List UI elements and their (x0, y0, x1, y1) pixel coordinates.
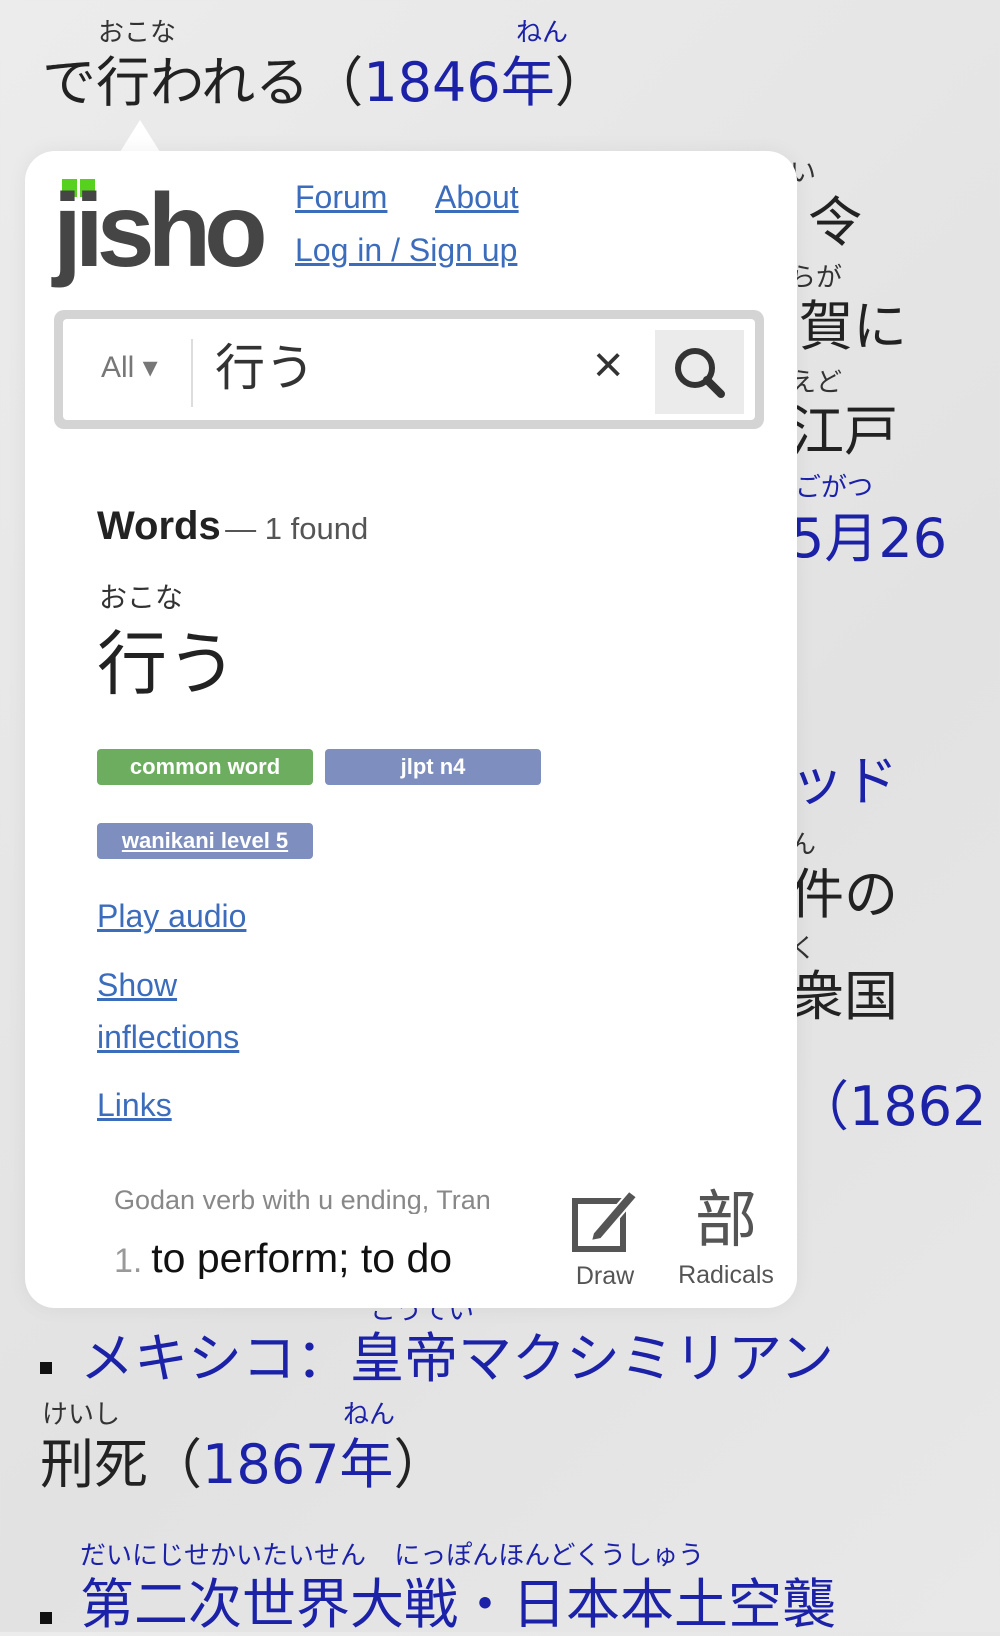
article-text[interactable]: 5月26 (790, 512, 947, 566)
jisho-popup: jisho Forum About Log in / Sign up All ▾… (25, 151, 797, 1308)
text: で行われる（ (42, 51, 364, 114)
search-filter-select[interactable]: All ▾ (101, 353, 158, 383)
ruby-text: ごがつ (795, 473, 874, 503)
search-button[interactable] (655, 330, 744, 414)
about-link[interactable]: About (435, 181, 519, 213)
article-line-1: で行われる（1846年） (42, 56, 609, 110)
ruby-text: らが (790, 263, 843, 293)
bullet (40, 1362, 52, 1374)
clear-icon[interactable]: × (593, 339, 623, 391)
sense-number: 1. (114, 1242, 143, 1279)
show-inflections-link-2[interactable]: inflections (97, 1021, 239, 1053)
sense-text: to perform; to do (151, 1238, 453, 1279)
furigana: おこな (99, 581, 184, 614)
search-input[interactable]: 行う (215, 343, 315, 393)
ruby-keishi: けいし (42, 1400, 121, 1430)
part-of-speech: Godan verb with u ending, Tran (114, 1187, 491, 1214)
year-link[interactable]: 1867年 (202, 1433, 393, 1496)
ruby-okona: おこな (98, 18, 177, 48)
heading: Words (97, 504, 221, 548)
ruby-nen: ねん (343, 1400, 396, 1430)
popup-arrow (120, 120, 160, 152)
ruby-text: えど (790, 368, 843, 398)
divider (191, 339, 193, 407)
article-text: 令 (808, 191, 862, 254)
year-link[interactable]: 1846年 (363, 51, 554, 114)
search-icon (675, 348, 725, 398)
label: common word (129, 754, 281, 779)
links-link[interactable]: Links (97, 1089, 172, 1121)
forum-link[interactable]: Forum (295, 181, 387, 213)
words-heading: Words — 1 found (97, 506, 368, 546)
article-text: 衆国 (790, 965, 898, 1028)
login-link[interactable]: Log in / Sign up (295, 234, 517, 266)
result-count: — 1 found (225, 511, 369, 546)
text: ） (393, 1433, 448, 1496)
text: ） (554, 51, 609, 114)
ww2-link[interactable]: 第二次世界大戦・日本本土空襲 (80, 1578, 836, 1632)
radicals-icon: 部 (694, 1183, 757, 1256)
mexico-link[interactable]: メキシコ：皇帝マクシミリアン (80, 1332, 834, 1386)
show-inflections-link[interactable]: Show (97, 969, 177, 1001)
ruby-nen: ねん (516, 18, 569, 48)
sense: 1. to perform; to do (114, 1238, 544, 1279)
draw-label: Draw (575, 1262, 635, 1290)
text: 刑死（ (40, 1433, 202, 1496)
badge-jlpt: jlpt n4 (325, 749, 541, 785)
article-text[interactable]: （1862 (795, 1080, 986, 1134)
article-text: 件の (790, 863, 898, 926)
badge-wanikani[interactable]: wanikani level 5 (97, 823, 313, 859)
radicals-button[interactable]: 部 Radicals (661, 1187, 791, 1288)
draw-icon (572, 1189, 639, 1252)
article-text[interactable]: ッド (790, 755, 898, 809)
search-bar: All ▾ 行う × (54, 310, 764, 429)
radicals-label: Radicals (678, 1261, 774, 1289)
ruby-ww2: だいにじせかいたいせん にっぽんほんどくうしゅう (80, 1541, 705, 1571)
jisho-logo[interactable]: jisho (53, 179, 268, 283)
badge-common-word: common word (97, 749, 313, 785)
play-audio-link[interactable]: Play audio (97, 900, 246, 932)
bullet (40, 1612, 52, 1624)
label: wanikani level 5 (121, 828, 289, 853)
article-text: 江戸 (790, 400, 898, 463)
draw-button[interactable]: Draw (565, 1187, 645, 1289)
article-line-execution: 刑死（1867年） (40, 1438, 447, 1492)
word: 行う (97, 623, 237, 705)
label: jlpt n4 (400, 754, 466, 779)
